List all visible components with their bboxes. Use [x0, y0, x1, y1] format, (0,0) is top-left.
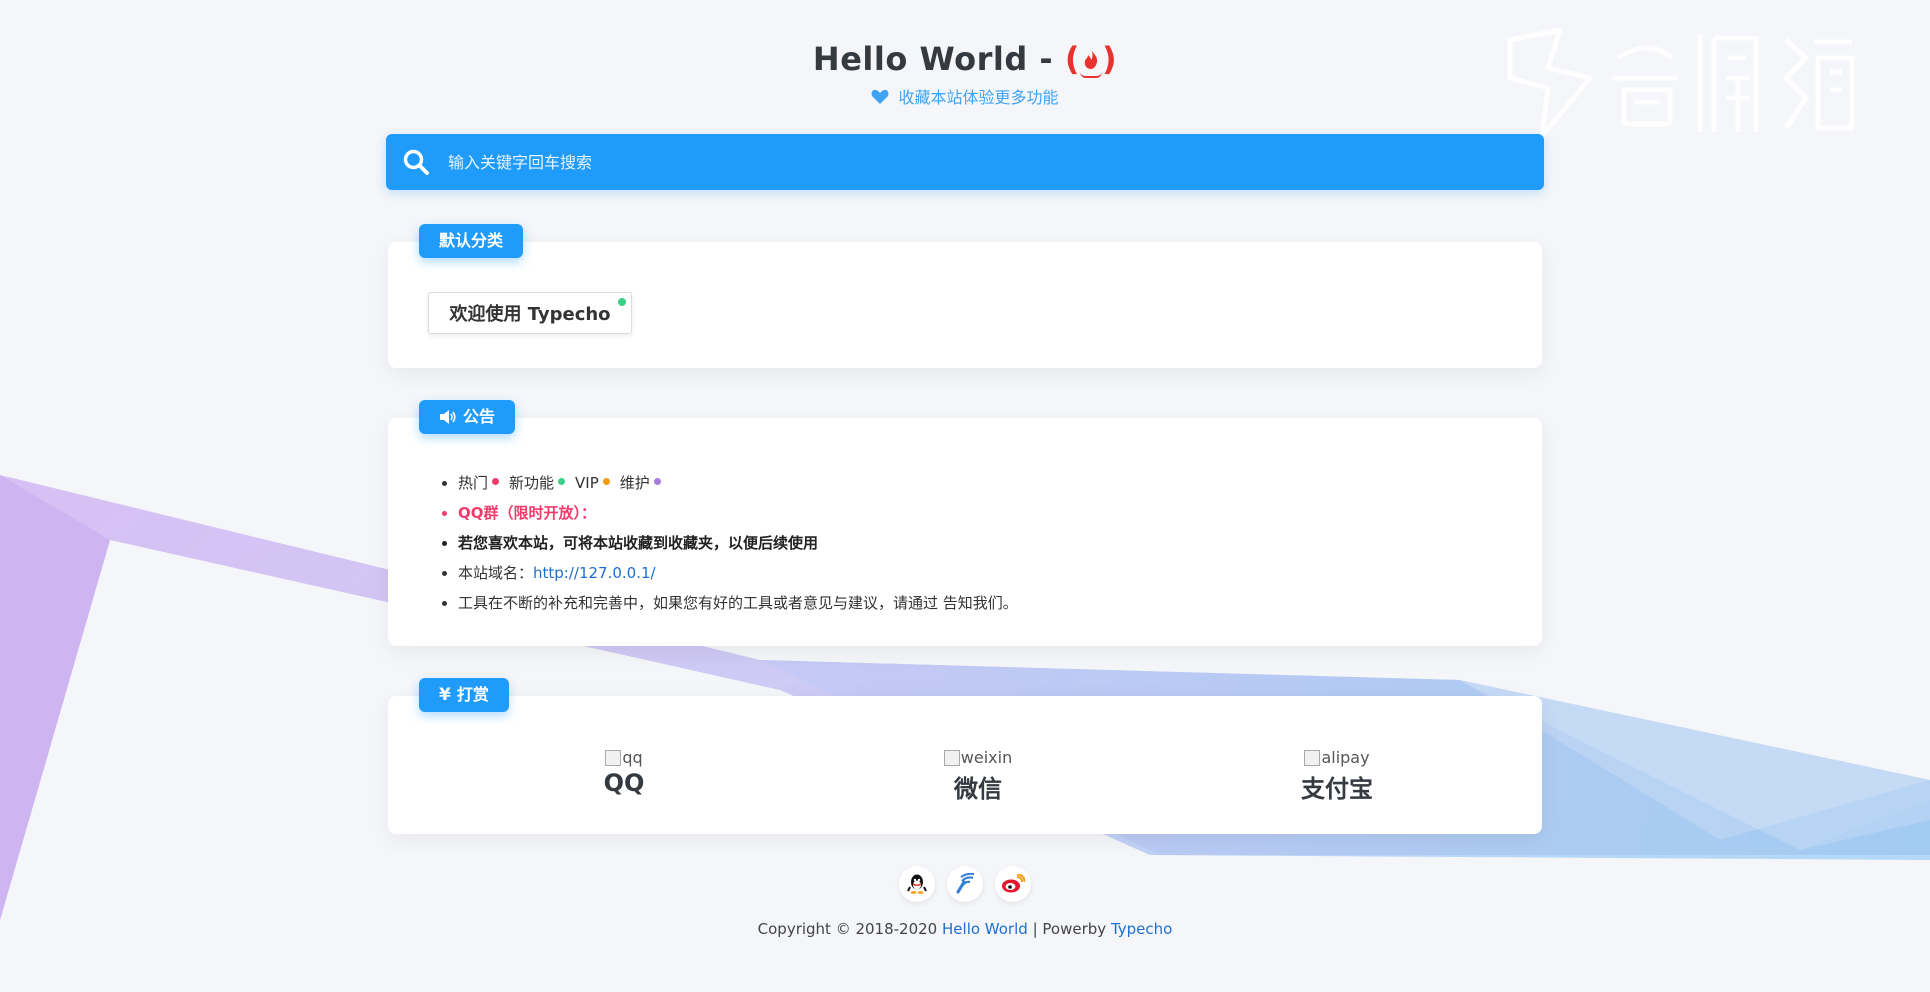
- notice-tab: 公告: [419, 400, 516, 434]
- tag-vip-dot: [602, 478, 610, 485]
- tag-new: 新功能: [509, 474, 555, 492]
- weibo-icon[interactable]: [995, 866, 1031, 902]
- tag-maintain-dot: [653, 478, 661, 485]
- tag-new-dot: [558, 478, 566, 485]
- category-tab-label: 默认分类: [439, 231, 504, 250]
- site-link-card[interactable]: 欢迎使用 Typecho: [428, 292, 632, 334]
- qq-group-line: QQ群（限时开放）：: [458, 498, 1018, 528]
- alipay-qrcode-image: alipay: [1282, 748, 1392, 767]
- reward-alipay: alipay 支付宝: [1282, 748, 1392, 804]
- qq-icon[interactable]: [899, 866, 935, 902]
- qq-qrcode-image: qq: [574, 748, 674, 767]
- reward-weixin: weixin 微信: [918, 748, 1038, 804]
- site-header: Hello World - ( ) 收藏本站体验更多功能: [386, 0, 1544, 108]
- notice-list: 热门 新功能 VIP 维护 QQ群（限时开放）： 若您喜欢本站，可将本站收藏到收藏夹，…: [440, 468, 1018, 618]
- yen-icon: ¥: [439, 685, 451, 705]
- reward-tab: ¥ 打赏: [419, 678, 509, 712]
- reward-weixin-title: 微信: [954, 775, 1002, 803]
- heart-icon: [871, 88, 894, 107]
- domain-line: 本站域名：http://127.0.0.1/: [458, 558, 1018, 588]
- weixin-qrcode-image: weixin: [918, 748, 1038, 767]
- reward-qq-title: QQ: [603, 769, 645, 797]
- site-title-text: Hello World -: [812, 40, 1054, 78]
- footer-site-link[interactable]: Hello World: [942, 920, 1028, 938]
- feedback-line: 工具在不断的补充和完善中，如果您有好的工具或者意见与建议，请通过 告知我们。: [458, 588, 1018, 618]
- main-container: Hello World - ( ) 收藏本站体验更多功能 默认分类 欢迎使用 T…: [386, 0, 1544, 834]
- tag-hot-dot: [492, 478, 500, 485]
- category-tab: 默认分类: [419, 224, 524, 258]
- footer-powered: Powerby: [1042, 920, 1107, 938]
- footer: Copyright © 2018-2020 Hello World | Powe…: [0, 920, 1930, 938]
- footer-separator: |: [1032, 920, 1038, 938]
- bookmark-line: 若您喜欢本站，可将本站收藏到收藏夹，以便后续使用: [458, 528, 1018, 558]
- tag-maintain: 维护: [619, 474, 650, 492]
- social-links: [0, 866, 1930, 902]
- notice-card: 公告 热门 新功能 VIP 维护 QQ群（限时开放）： 若您喜欢本站，可将本站收藏到收…: [388, 400, 1542, 646]
- bookmark-hint[interactable]: 收藏本站体验更多功能: [386, 84, 1544, 108]
- watermark-logo: [1507, 28, 1855, 138]
- antenna-icon[interactable]: [947, 866, 983, 902]
- notice-tags: 热门 新功能 VIP 维护: [458, 468, 1018, 498]
- tag-vip: VIP: [575, 474, 599, 492]
- reward-alipay-title: 支付宝: [1301, 775, 1373, 803]
- category-card: 默认分类 欢迎使用 Typecho: [388, 224, 1542, 368]
- search-icon[interactable]: [402, 148, 430, 176]
- fire-icon: [1079, 48, 1102, 78]
- domain-link[interactable]: http://127.0.0.1/: [533, 564, 656, 582]
- site-link-label: 欢迎使用 Typecho: [449, 304, 611, 325]
- reward-qq: qq QQ: [574, 748, 674, 797]
- speaker-icon: [439, 409, 457, 425]
- site-title[interactable]: Hello World - ( ): [386, 40, 1544, 78]
- tag-hot: 热门: [458, 474, 489, 492]
- status-dot: [618, 298, 626, 306]
- footer-copyright: Copyright © 2018-2020: [757, 920, 938, 938]
- footer-typecho-link[interactable]: Typecho: [1111, 920, 1172, 938]
- subtitle-text: 收藏本站体验更多功能: [898, 88, 1059, 107]
- domain-label: 本站域名：: [458, 564, 534, 582]
- search-bar: [386, 134, 1544, 190]
- reward-card: ¥ 打赏 qq QQ weixin 微信 alipay 支付宝: [388, 678, 1542, 834]
- search-input[interactable]: [446, 141, 1544, 183]
- notice-tab-label: 公告: [463, 407, 496, 426]
- reward-tab-label: 打赏: [456, 685, 489, 704]
